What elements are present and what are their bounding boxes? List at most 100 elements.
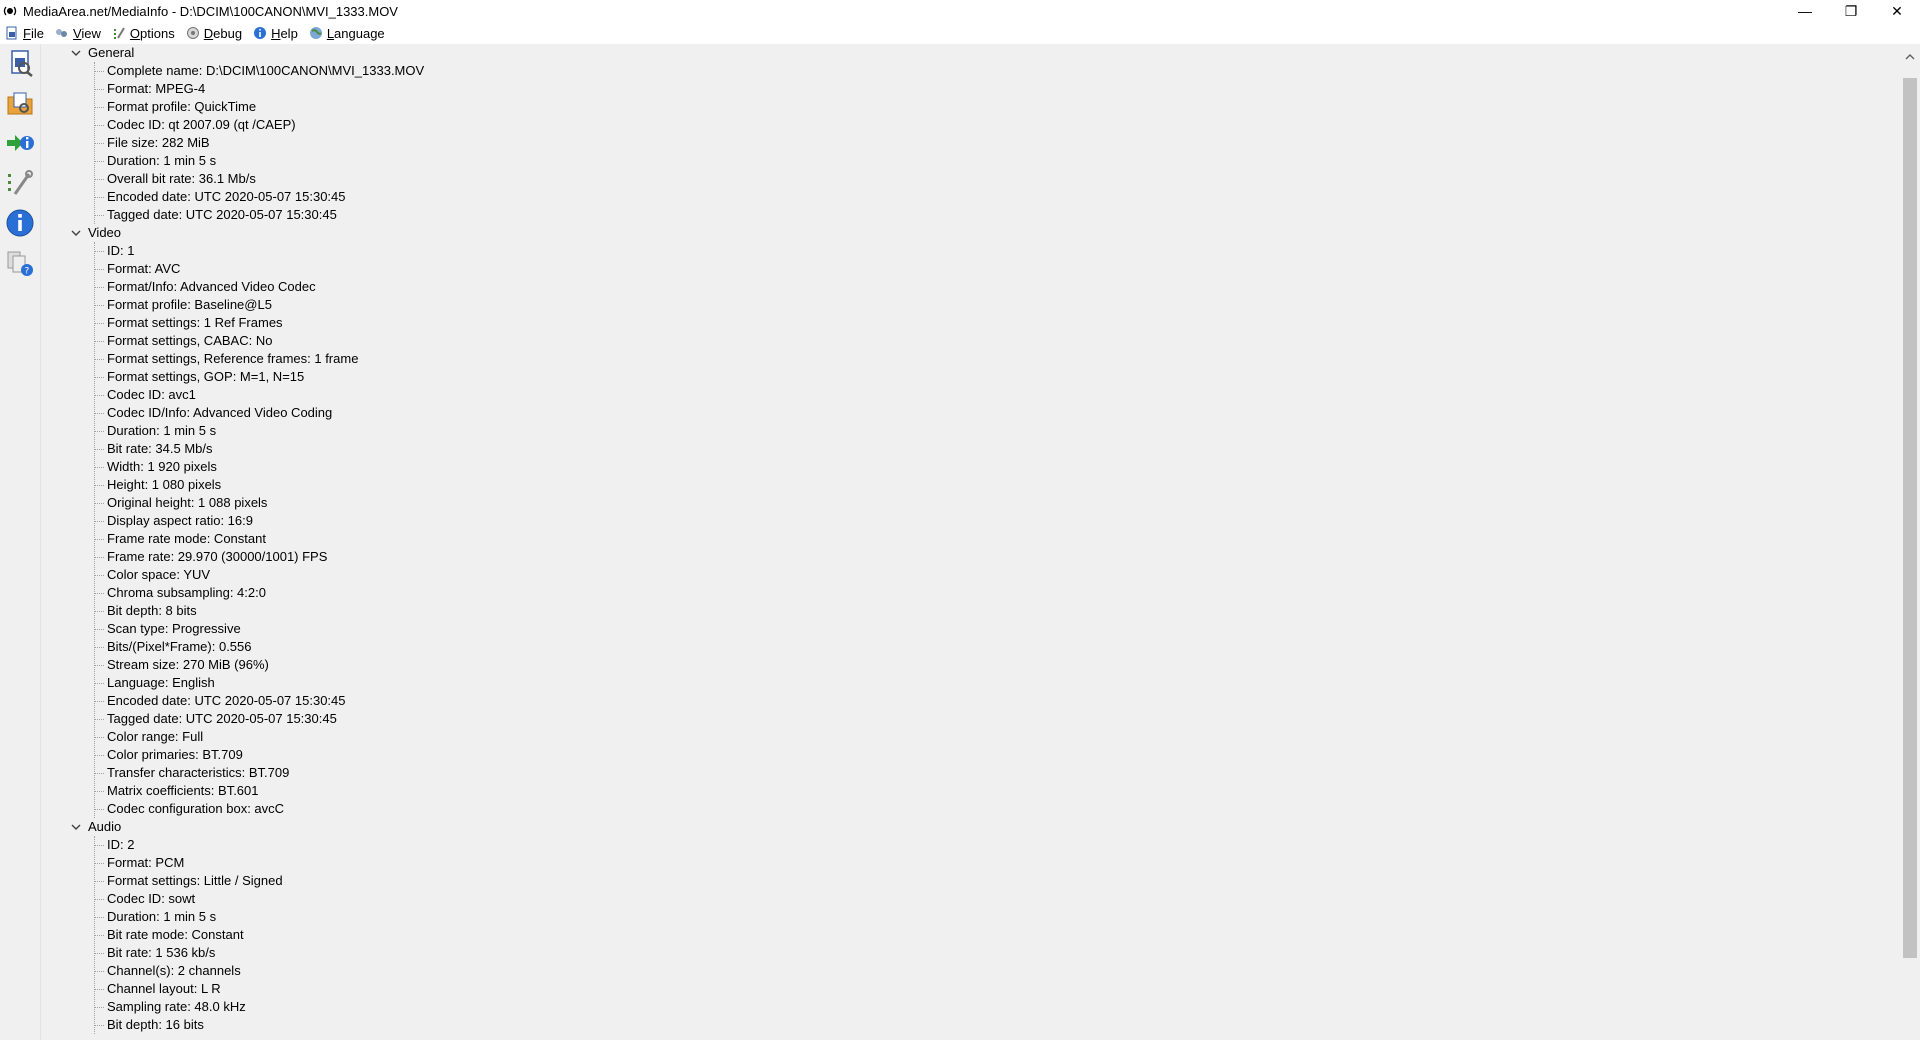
window-controls: — ❐ ✕ [1782,0,1920,22]
tree-item[interactable]: Height: 1 080 pixels [43,476,1899,494]
tree-item[interactable]: Format/Info: Advanced Video Codec [43,278,1899,296]
tree-item[interactable]: Encoded date: UTC 2020-05-07 15:30:45 [43,188,1899,206]
tree-item[interactable]: Display aspect ratio: 16:9 [43,512,1899,530]
tree-item[interactable]: Bit rate: 1 536 kb/s [43,944,1899,962]
open-folder-button[interactable] [2,86,38,122]
restore-button[interactable]: ❐ [1828,0,1874,22]
scroll-up-button[interactable] [1900,44,1920,66]
preferences-icon [5,168,35,201]
tree-item[interactable]: Format: MPEG-4 [43,80,1899,98]
tree-item[interactable]: Codec ID: avc1 [43,386,1899,404]
info-tree-view[interactable]: General Complete name: D:\DCIM\100CANON\M… [43,44,1899,1040]
knowledge-button[interactable]: ? [2,246,38,282]
tree-section-body: ID: 1 Format: AVC Format/Info: Advanced Vi… [43,242,1899,818]
tree-item[interactable]: Color primaries: BT.709 [43,746,1899,764]
close-icon: ✕ [1891,2,1903,19]
tree-item[interactable]: Encoded date: UTC 2020-05-07 15:30:45 [43,692,1899,710]
menu-help-label: Help [271,25,298,41]
tree-item[interactable]: Format profile: QuickTime [43,98,1899,116]
menu-view-label: View [72,25,101,41]
close-button[interactable]: ✕ [1874,0,1920,22]
tree-item[interactable]: Chroma subsampling: 4:2:0 [43,584,1899,602]
tree-item[interactable]: Bit rate mode: Constant [43,926,1899,944]
tree-item[interactable]: ID: 2 [43,836,1899,854]
chevron-down-icon[interactable] [69,226,83,240]
export-icon [5,128,35,161]
tree-section-label: Audio [88,819,122,834]
menu-view[interactable]: View [54,22,101,44]
tree-item[interactable]: Format settings, Reference frames: 1 fra… [43,350,1899,368]
tree-item[interactable]: Matrix coefficients: BT.601 [43,782,1899,800]
menu-file-label: File [23,25,44,41]
tree-item[interactable]: Sampling rate: 48.0 kHz [43,998,1899,1016]
minimize-button[interactable]: — [1782,0,1828,22]
tree-item[interactable]: Stream size: 270 MiB (96%) [43,656,1899,674]
menu-options[interactable]: Options [111,22,175,44]
menu-file[interactable]: File [4,22,44,44]
tree-item[interactable]: Channel(s): 2 channels [43,962,1899,980]
tree-item[interactable]: Duration: 1 min 5 s [43,152,1899,170]
tree-item[interactable]: Codec ID: sowt [43,890,1899,908]
tree-item[interactable]: Overall bit rate: 36.1 Mb/s [43,170,1899,188]
tree-item[interactable]: Codec configuration box: avcC [43,800,1899,818]
restore-icon: ❐ [1844,2,1858,19]
tree-item[interactable]: Frame rate mode: Constant [43,530,1899,548]
tree-item[interactable]: Bits/(Pixel*Frame): 0.556 [43,638,1899,656]
tree-item[interactable]: Format: PCM [43,854,1899,872]
tree-item[interactable]: Scan type: Progressive [43,620,1899,638]
chevron-down-icon[interactable] [69,820,83,834]
tree-item[interactable]: Bit rate: 34.5 Mb/s [43,440,1899,458]
tree-item[interactable]: Codec ID/Info: Advanced Video Coding [43,404,1899,422]
knowledge-icon: ? [5,248,35,281]
title-bar: MediaArea.net/MediaInfo - D:\DCIM\100CAN… [0,0,1920,22]
open-folder-icon [5,88,35,121]
tree-item[interactable]: Complete name: D:\DCIM\100CANON\MVI_1333… [43,62,1899,80]
tree-section-audio[interactable]: Audio [43,818,1899,836]
tree-section-label: General [88,45,135,60]
tree-item[interactable]: File size: 282 MiB [43,134,1899,152]
tree-item[interactable]: Original height: 1 088 pixels [43,494,1899,512]
export-button[interactable] [2,126,38,162]
tree-item[interactable]: Width: 1 920 pixels [43,458,1899,476]
file-icon [4,25,20,41]
tree-item[interactable]: Duration: 1 min 5 s [43,422,1899,440]
scroll-thumb[interactable] [1903,78,1917,958]
tree-item[interactable]: Codec ID: qt 2007.09 (qt /CAEP) [43,116,1899,134]
tree-item[interactable]: Frame rate: 29.970 (30000/1001) FPS [43,548,1899,566]
tree-item[interactable]: Channel layout: L R [43,980,1899,998]
open-file-button[interactable] [2,46,38,82]
window-title: MediaArea.net/MediaInfo - D:\DCIM\100CAN… [23,3,398,19]
tree-item[interactable]: Bit depth: 8 bits [43,602,1899,620]
tree-item[interactable]: Format settings, GOP: M=1, N=15 [43,368,1899,386]
menu-debug[interactable]: Debug [185,22,242,44]
menu-language[interactable]: Language [308,22,385,44]
view-icon [54,25,70,41]
tree-item[interactable]: Transfer characteristics: BT.709 [43,764,1899,782]
mediainfo-app-icon [3,4,17,18]
tree-item[interactable]: Bit depth: 16 bits [43,1016,1899,1034]
help-icon [252,25,268,41]
tree-section-video[interactable]: Video [43,224,1899,242]
tree-item[interactable]: Color range: Full [43,728,1899,746]
language-icon [308,25,324,41]
tree-item[interactable]: Duration: 1 min 5 s [43,908,1899,926]
preferences-button[interactable] [2,166,38,202]
tree-section-general[interactable]: General [43,44,1899,62]
tree-item[interactable]: Tagged date: UTC 2020-05-07 15:30:45 [43,710,1899,728]
vertical-scrollbar[interactable] [1900,44,1920,1040]
tree-item[interactable]: Format settings: Little / Signed [43,872,1899,890]
tree-item[interactable]: Color space: YUV [43,566,1899,584]
tree-item[interactable]: Tagged date: UTC 2020-05-07 15:30:45 [43,206,1899,224]
tree-item[interactable]: ID: 1 [43,242,1899,260]
about-icon [5,208,35,241]
tree-item[interactable]: Format: AVC [43,260,1899,278]
tree-item[interactable]: Format settings, CABAC: No [43,332,1899,350]
menu-language-label: Language [326,25,385,41]
chevron-down-icon[interactable] [69,46,83,60]
menu-help[interactable]: Help [252,22,298,44]
tree-item[interactable]: Language: English [43,674,1899,692]
about-button[interactable] [2,206,38,242]
tree-item[interactable]: Format profile: Baseline@L5 [43,296,1899,314]
tree-item[interactable]: Format settings: 1 Ref Frames [43,314,1899,332]
chevron-up-icon [1905,48,1915,63]
